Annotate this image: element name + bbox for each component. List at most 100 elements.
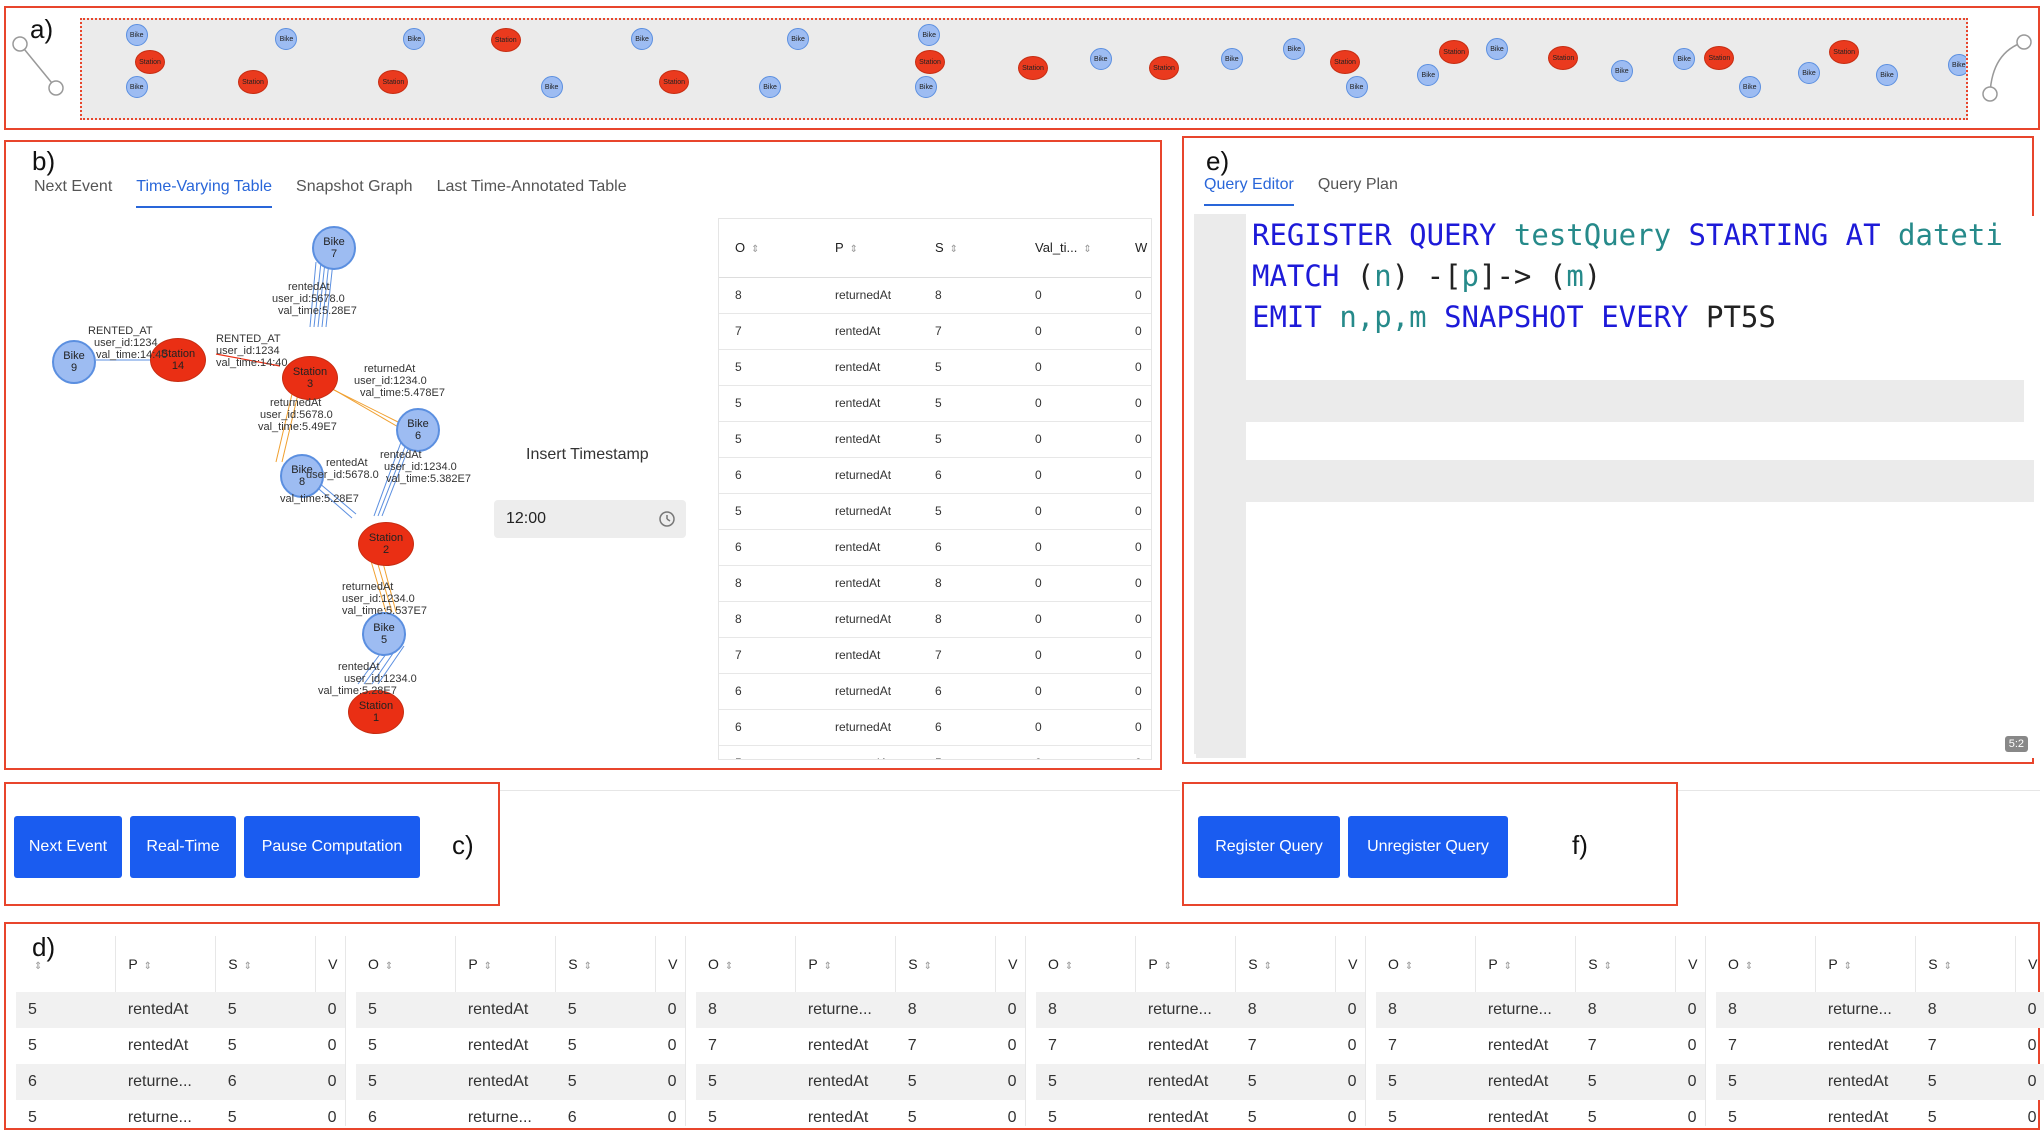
table-row[interactable]: 5 rentedAt 5 0 (696, 1100, 1025, 1126)
table-row[interactable]: 8 returnedAt 8 0 0 (719, 601, 1151, 638)
time-varying-table[interactable]: O ⇕ P ⇕ S ⇕ Val_ti... ⇕ W 8 returnedAt 8 0 0 7 ren… (718, 218, 1152, 760)
column-header[interactable]: P ⇕ (1475, 936, 1577, 992)
table-row[interactable]: 5 rentedAt 5 0 (1036, 1100, 1365, 1126)
table-row[interactable]: 7 rentedAt 7 0 (1716, 1028, 2044, 1064)
table-row[interactable]: 8 returne... 8 0 (1716, 992, 2044, 1028)
snapshot-table[interactable]: O ⇕ P ⇕ S ⇕ V 8 returne... 8 0 7 rentedAt 7 0 5 rentedAt… (1716, 936, 2044, 1126)
table-row[interactable]: 5 rentedAt 5 0 (1376, 1064, 1705, 1100)
sort-icon[interactable]: ⇕ (1504, 961, 1512, 972)
tab-next-event[interactable]: Next Event (34, 178, 112, 208)
column-header[interactable]: O ⇕ (696, 936, 797, 992)
sort-icon[interactable]: ⇕ (850, 244, 858, 255)
column-header[interactable]: S ⇕ (215, 936, 317, 992)
sort-icon[interactable]: ⇕ (1264, 961, 1272, 972)
sort-icon[interactable]: ⇕ (1405, 961, 1413, 972)
table-row[interactable]: 8 rentedAt 8 0 0 (719, 565, 1151, 602)
sort-icon[interactable]: ⇕ (144, 961, 152, 972)
node-station-3[interactable]: Station 3 (282, 356, 338, 400)
sort-icon[interactable]: ⇕ (1083, 244, 1091, 255)
sort-icon[interactable]: ⇕ (1065, 961, 1073, 972)
column-header[interactable]: O ⇕ (1036, 936, 1137, 992)
timestamp-input[interactable]: 12:00 (494, 500, 686, 538)
table-row[interactable]: 5 rentedAt 5 0 (356, 1064, 685, 1100)
tab-query-plan[interactable]: Query Plan (1318, 176, 1398, 206)
table-row[interactable]: 5 rentedAt 5 0 (1036, 1064, 1365, 1100)
tab-query-editor[interactable]: Query Editor (1204, 176, 1294, 206)
snapshot-table[interactable]: O ⇕ P ⇕ S ⇕ V 8 returne... 8 0 7 rentedAt 7 0 5 rentedAt… (1376, 936, 1706, 1126)
table-row[interactable]: 7 rentedAt 7 0 (696, 1028, 1025, 1064)
sort-icon[interactable]: ⇕ (584, 961, 592, 972)
table-row[interactable]: 7 rentedAt 7 0 0 (719, 637, 1151, 674)
table-row[interactable]: 7 rentedAt 7 0 (1376, 1028, 1705, 1064)
pause-computation-button[interactable]: Pause Computation (244, 816, 420, 878)
column-header-w[interactable]: W (1119, 219, 1151, 278)
timeline-right-handle[interactable] (1978, 32, 2034, 104)
column-header[interactable]: O ⇕ (356, 936, 457, 992)
table-row[interactable]: 8 returne... 8 0 (696, 992, 1025, 1028)
table-row[interactable]: 6 returne... 6 0 (16, 1064, 345, 1100)
sort-icon[interactable]: ⇕ (1164, 961, 1172, 972)
column-header[interactable]: P ⇕ (795, 936, 897, 992)
graph-canvas[interactable]: Bike 7 Bike 9 Station 14 Station 3 Bike 6 Bik… (26, 222, 471, 762)
sort-icon[interactable]: ⇕ (1844, 961, 1852, 972)
column-header[interactable]: ⇕ (16, 936, 117, 992)
column-header[interactable]: O ⇕ (1716, 936, 1817, 992)
table-row[interactable]: 5 rentedAt 5 0 (356, 992, 685, 1028)
sort-icon[interactable]: ⇕ (1604, 961, 1612, 972)
sort-icon[interactable]: ⇕ (1745, 961, 1753, 972)
column-header-o[interactable]: O ⇕ (719, 219, 819, 278)
table-row[interactable]: 5 rentedAt 5 0 0 (719, 385, 1151, 422)
sort-icon[interactable]: ⇕ (824, 961, 832, 972)
column-header[interactable]: S ⇕ (1915, 936, 2017, 992)
sort-icon[interactable]: ⇕ (484, 961, 492, 972)
table-row[interactable]: 8 returne... 8 0 (1376, 992, 1705, 1028)
table-row[interactable]: 5returnedAt500 (719, 493, 1151, 530)
node-bike-9[interactable]: Bike 9 (52, 340, 96, 384)
column-header[interactable]: P ⇕ (1135, 936, 1237, 992)
column-header[interactable]: P ⇕ (1815, 936, 1917, 992)
table-row[interactable]: 5 returne... 5 0 (16, 1100, 345, 1126)
snapshot-table[interactable]: O ⇕ P ⇕ S ⇕ V 8 returne... 8 0 7 rentedAt 7 0 5 rentedAt… (696, 936, 1026, 1126)
real-time-button[interactable]: Real-Time (130, 816, 236, 878)
table-row[interactable]: 5 rentedAt 5 0 (356, 1028, 685, 1064)
timeline-strip[interactable]: Bike Station Bike Bike Station Bike Station Sta… (80, 18, 1968, 120)
next-event-button[interactable]: Next Event (14, 816, 122, 878)
table-row[interactable]: 5 rentedAt 5 0 0 (719, 421, 1151, 458)
snapshot-table[interactable]: O ⇕ P ⇕ S ⇕ V 8 returne... 8 0 7 rentedAt 7 0 5 rentedAt… (1036, 936, 1366, 1126)
column-header[interactable]: S ⇕ (1235, 936, 1337, 992)
column-header[interactable]: O ⇕ (1376, 936, 1477, 992)
column-header[interactable]: P ⇕ (115, 936, 217, 992)
query-editor[interactable]: 1 2 3 4 5 REGISTER QUERY testQuery START… (1196, 216, 2034, 758)
node-bike-5[interactable]: Bike 5 (362, 612, 406, 656)
clock-icon[interactable] (658, 510, 676, 528)
table-row[interactable]: 5 rentedAt 5 0 (1376, 1100, 1705, 1126)
table-row[interactable]: 7 rentedAt 7 0 0 (719, 313, 1151, 350)
unregister-query-button[interactable]: Unregister Query (1348, 816, 1508, 878)
column-header[interactable]: V (1335, 936, 1365, 992)
table-row[interactable]: 5 rentedAt 5 0 (16, 992, 345, 1028)
column-header-s[interactable]: S ⇕ (919, 219, 1019, 278)
node-bike-6[interactable]: Bike 6 (396, 408, 440, 452)
sort-icon[interactable]: ⇕ (725, 961, 733, 972)
table-row[interactable]: 8 returne... 8 0 (1036, 992, 1365, 1028)
column-header-val-time[interactable]: Val_ti... ⇕ (1019, 219, 1119, 278)
table-row[interactable]: 6 returnedAt 6 0 0 (719, 709, 1151, 746)
column-header[interactable]: S ⇕ (555, 936, 657, 992)
table-row[interactable]: 5 rentedAt 5 0 (1716, 1064, 2044, 1100)
column-header[interactable]: V (655, 936, 685, 992)
node-station-2[interactable]: Station 2 (358, 522, 414, 566)
column-header-p[interactable]: P ⇕ (819, 219, 919, 278)
timeline-left-handle[interactable] (12, 36, 72, 96)
sort-icon[interactable]: ⇕ (751, 244, 759, 255)
column-header[interactable]: V (1675, 936, 1705, 992)
table-row[interactable]: 5 rentedAt 5 0 0 (719, 349, 1151, 386)
node-bike-7[interactable]: Bike 7 (312, 226, 356, 270)
sort-icon[interactable]: ⇕ (385, 961, 393, 972)
sort-icon[interactable]: ⇕ (1944, 961, 1952, 972)
table-row[interactable]: 7 rentedAt 7 0 (1036, 1028, 1365, 1064)
column-header[interactable]: S ⇕ (1575, 936, 1677, 992)
column-header[interactable]: V (2015, 936, 2044, 992)
table-row[interactable]: 6 returnedAt 6 0 0 (719, 673, 1151, 710)
tab-snapshot-graph[interactable]: Snapshot Graph (296, 178, 413, 208)
snapshot-table[interactable]: O ⇕ P ⇕ S ⇕ V 5 rentedAt 5 0 5 rentedAt 5 0 5 rentedAt 5 0… (356, 936, 686, 1126)
